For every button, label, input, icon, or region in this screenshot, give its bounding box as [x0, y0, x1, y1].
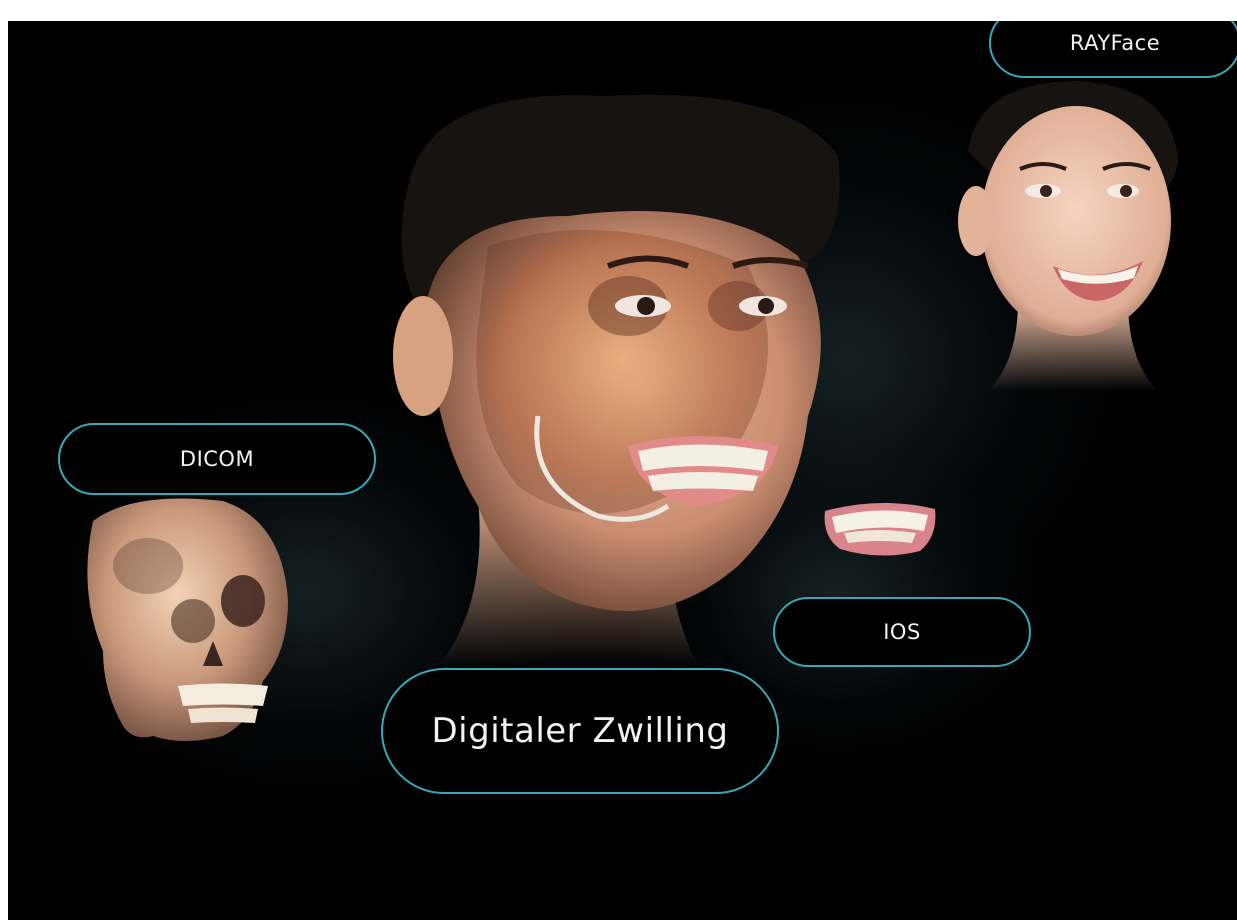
teeth-illustration: [824, 502, 936, 556]
skull-figure: [73, 491, 298, 751]
rayface-label-text: RAYFace: [1069, 31, 1161, 55]
main-face-figure: [368, 66, 858, 666]
teeth-figure: [820, 491, 940, 561]
rayface-figure: [958, 71, 1188, 391]
ios-label-text: IOS: [883, 620, 921, 644]
skull-illustration: [87, 498, 288, 741]
digital-twin-label-text: Digitaler Zwilling: [431, 711, 729, 751]
rayface-face-illustration: [958, 81, 1178, 391]
ios-label: IOS: [773, 597, 1031, 667]
diagram-canvas: RAYFace DICOM IOS Digitaler Zwilling: [8, 21, 1237, 920]
dicom-label-text: DICOM: [179, 447, 255, 471]
digital-twin-label: Digitaler Zwilling: [381, 668, 779, 794]
dicom-label: DICOM: [58, 423, 376, 495]
main-face-illustration: [393, 94, 840, 666]
rayface-label: RAYFace: [989, 21, 1237, 78]
